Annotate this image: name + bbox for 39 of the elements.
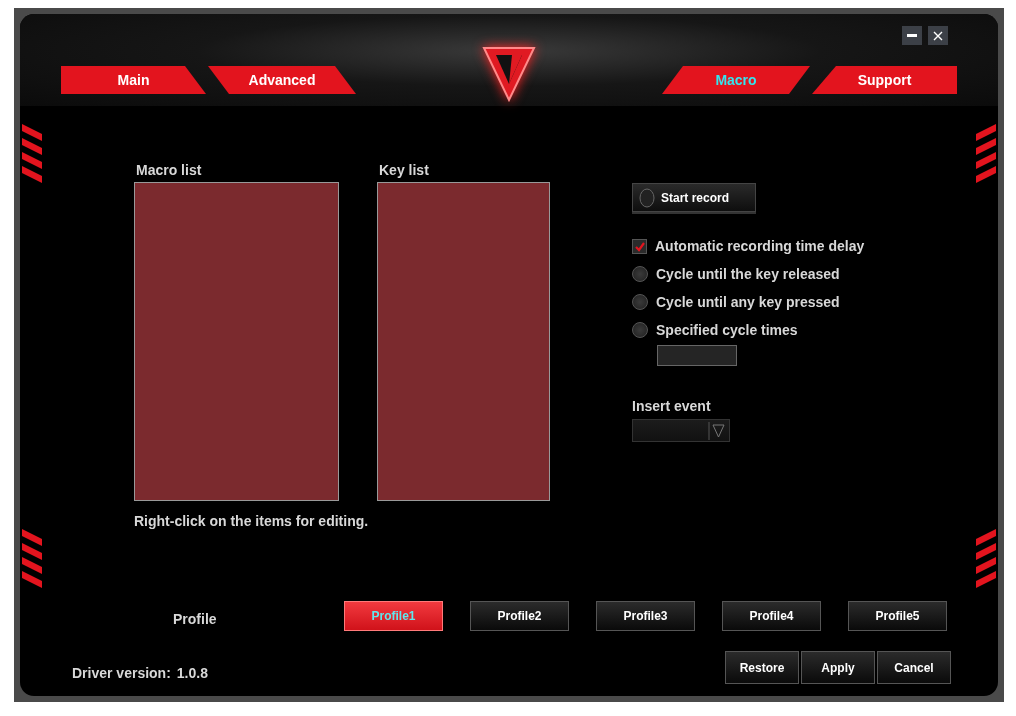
start-record-button[interactable]: Start record xyxy=(632,183,756,212)
tab[interactable]: Support xyxy=(812,66,957,94)
close-button[interactable] xyxy=(928,26,948,45)
profile-button[interactable]: Profile4 xyxy=(722,601,821,631)
stripes-drawing xyxy=(22,529,42,589)
minimize-icon xyxy=(907,34,917,37)
stripes-drawing xyxy=(976,529,996,589)
footer-button[interactable]: Apply xyxy=(801,651,875,684)
profile-button[interactable]: Profile2 xyxy=(470,601,569,631)
record-icon xyxy=(639,187,655,208)
profile-button[interactable]: Profile3 xyxy=(596,601,695,631)
insert-event-label: Insert event xyxy=(632,398,712,414)
footer-button[interactable]: Cancel xyxy=(877,651,951,684)
tab[interactable]: Advanced xyxy=(208,66,356,94)
cycle-times-field[interactable] xyxy=(657,345,737,366)
option-label: Specified cycle times xyxy=(656,322,798,338)
dropdown-arrow-icon xyxy=(708,421,726,440)
profile-label: Profile xyxy=(173,610,218,627)
radio-button[interactable] xyxy=(632,266,648,282)
minimize-button[interactable] xyxy=(902,26,922,45)
tab[interactable]: Main xyxy=(61,66,206,94)
insert-event-dropdown[interactable] xyxy=(632,419,730,442)
checkbox[interactable] xyxy=(632,238,647,254)
option-label: Cycle until any key pressed xyxy=(656,294,840,310)
option-label: Automatic recording time delay xyxy=(655,238,865,254)
list-title: Macro list xyxy=(136,162,203,178)
stripes-drawing xyxy=(976,124,996,184)
list-title: Key list xyxy=(379,162,430,178)
radio-button[interactable] xyxy=(632,322,648,338)
hint-text: Right-click on the items for editing. xyxy=(134,513,370,529)
close-icon xyxy=(933,30,943,41)
option-label: Cycle until the key released xyxy=(656,266,840,282)
driver-version-label: Driver version: xyxy=(72,664,171,681)
radio-button[interactable] xyxy=(632,294,648,310)
logo-icon xyxy=(482,44,536,104)
driver-version-value: 1.0.8 xyxy=(176,664,208,681)
profile-button[interactable]: Profile5 xyxy=(848,601,947,631)
stripes-drawing xyxy=(22,124,42,184)
footer-button[interactable]: Restore xyxy=(725,651,799,684)
